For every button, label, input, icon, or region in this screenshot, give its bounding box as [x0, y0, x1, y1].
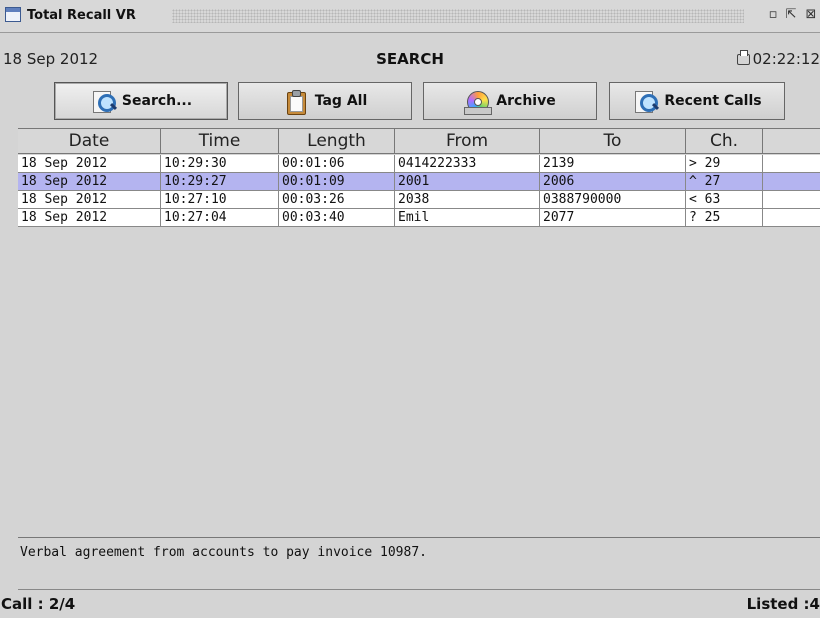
disc-icon	[464, 88, 493, 115]
cell-to: 2077	[540, 209, 686, 227]
title-bar[interactable]: Total Recall VR ▫ ⇱ ⊠	[0, 0, 820, 33]
cell-from: Emil	[395, 209, 540, 227]
recent-calls-button[interactable]: Recent Calls	[609, 82, 785, 120]
column-header-length[interactable]: Length	[279, 129, 395, 154]
column-header-extra[interactable]	[763, 129, 820, 154]
window-icon[interactable]	[5, 7, 21, 22]
clipboard-icon	[283, 88, 309, 115]
search-button[interactable]: Search...	[54, 82, 228, 120]
archive-button-label: Archive	[496, 93, 556, 109]
table-row[interactable]: 18 Sep 2012 10:27:04 00:03:40 Emil 2077 …	[18, 209, 820, 227]
table-row-selected[interactable]: 18 Sep 2012 10:29:27 00:01:09 2001 2006 …	[18, 173, 820, 191]
cell-to: 0388790000	[540, 191, 686, 209]
call-table: Date Time Length From To Ch. 18 Sep 2012…	[18, 128, 820, 537]
column-header-time[interactable]: Time	[161, 129, 279, 154]
cell-length: 00:01:09	[279, 173, 395, 191]
call-notes-panel[interactable]: Verbal agreement from accounts to pay in…	[18, 537, 820, 590]
printer-icon	[736, 50, 750, 65]
cell-extra	[763, 173, 820, 191]
table-row[interactable]: 18 Sep 2012 10:27:10 00:03:26 2038 03887…	[18, 191, 820, 209]
clock-time: 02:22:12	[752, 50, 820, 68]
page-title: SEARCH	[376, 50, 444, 68]
recent-calls-button-label: Recent Calls	[664, 93, 762, 109]
cell-length: 00:03:26	[279, 191, 395, 209]
cell-length: 00:03:40	[279, 209, 395, 227]
cell-date: 18 Sep 2012	[18, 209, 161, 227]
maximize-icon[interactable]: ⇱	[783, 7, 799, 23]
table-header: Date Time Length From To Ch.	[18, 129, 820, 155]
search-icon	[632, 88, 660, 114]
cell-to: 2006	[540, 173, 686, 191]
clock: 02:22:12	[736, 50, 820, 68]
search-icon	[90, 88, 117, 114]
cell-from: 2001	[395, 173, 540, 191]
cell-from: 2038	[395, 191, 540, 209]
header-bar: 18 Sep 2012 SEARCH 02:22:12	[0, 45, 820, 71]
column-header-date[interactable]: Date	[18, 129, 161, 154]
cell-time: 10:27:10	[161, 191, 279, 209]
minimize-icon[interactable]: ▫	[765, 7, 781, 23]
cell-channel: ^ 27	[686, 173, 763, 191]
table-row[interactable]: 18 Sep 2012 10:29:30 00:01:06 0414222333…	[18, 155, 820, 173]
call-position: Call : 2/4	[1, 595, 76, 613]
cell-extra	[763, 209, 820, 227]
close-icon[interactable]: ⊠	[803, 7, 819, 23]
tag-all-button[interactable]: Tag All	[238, 82, 412, 120]
cell-length: 00:01:06	[279, 155, 395, 173]
tag-all-button-label: Tag All	[314, 93, 368, 109]
cell-channel: ? 25	[686, 209, 763, 227]
toolbar: Search... Tag All Archive Recent Calls	[0, 80, 820, 124]
cell-extra	[763, 155, 820, 173]
status-bar: Call : 2/4 Listed :4	[0, 590, 820, 618]
cell-to: 2139	[540, 155, 686, 173]
title-bar-grip[interactable]	[172, 9, 744, 23]
column-header-to[interactable]: To	[540, 129, 686, 154]
search-button-label: Search...	[121, 93, 193, 109]
cell-time: 10:29:27	[161, 173, 279, 191]
window-title: Total Recall VR	[27, 8, 136, 23]
cell-channel: > 29	[686, 155, 763, 173]
listed-count: Listed :4	[746, 595, 820, 613]
column-header-from[interactable]: From	[395, 129, 540, 154]
cell-from: 0414222333	[395, 155, 540, 173]
archive-button[interactable]: Archive	[423, 82, 597, 120]
cell-time: 10:27:04	[161, 209, 279, 227]
cell-date: 18 Sep 2012	[18, 191, 161, 209]
column-header-channel[interactable]: Ch.	[686, 129, 763, 154]
cell-date: 18 Sep 2012	[18, 155, 161, 173]
cell-date: 18 Sep 2012	[18, 173, 161, 191]
app-window: Total Recall VR ▫ ⇱ ⊠ 18 Sep 2012 SEARCH…	[0, 0, 820, 618]
cell-extra	[763, 191, 820, 209]
call-note-text: Verbal agreement from accounts to pay in…	[20, 545, 427, 560]
cell-time: 10:29:30	[161, 155, 279, 173]
cell-channel: < 63	[686, 191, 763, 209]
